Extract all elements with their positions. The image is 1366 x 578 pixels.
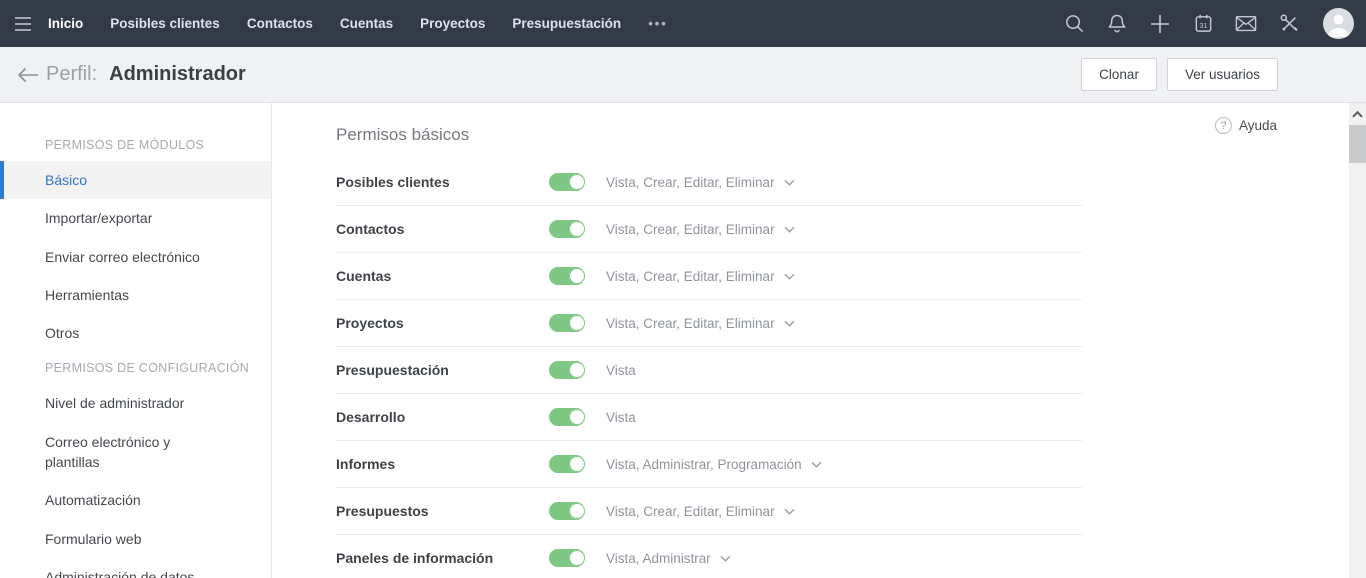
permission-text: Vista, Administrar <box>606 550 711 566</box>
permission-value: Vista <box>606 363 636 378</box>
permission-text: Vista, Crear, Editar, Eliminar <box>606 503 775 519</box>
chevron-down-icon <box>784 179 795 186</box>
permission-toggle[interactable] <box>549 314 585 332</box>
view-users-button[interactable]: Ver usuarios <box>1166 58 1278 91</box>
permission-text: Vista, Crear, Editar, Eliminar <box>606 268 775 284</box>
permission-dropdown[interactable]: Vista, Crear, Editar, Eliminar <box>606 222 795 237</box>
scroll-up-icon[interactable] <box>1349 106 1366 122</box>
permission-dropdown[interactable]: Vista, Crear, Editar, Eliminar <box>606 316 795 331</box>
scrollbar[interactable] <box>1349 103 1366 578</box>
permission-dropdown[interactable]: Vista, Crear, Editar, Eliminar <box>606 269 795 284</box>
help-icon: ? <box>1214 117 1232 134</box>
bell-icon[interactable] <box>1102 9 1132 39</box>
permission-text: Vista <box>606 362 636 378</box>
permission-label: Desarrollo <box>336 409 406 425</box>
avatar[interactable] <box>1323 8 1354 39</box>
permission-label: Presupuestación <box>336 362 449 378</box>
main-nav: Inicio Posibles clientes Contactos Cuent… <box>48 16 621 31</box>
permission-row-presupuestos: Presupuestos Vista, Crear, Editar, Elimi… <box>336 488 1082 535</box>
nav-item-inicio[interactable]: Inicio <box>48 16 83 31</box>
plus-icon[interactable] <box>1145 9 1175 39</box>
nav-item-presupuestacion[interactable]: Presupuestación <box>512 16 621 31</box>
help-label: Ayuda <box>1238 118 1277 133</box>
sidebar-item-enviar-correo[interactable]: Enviar correo electrónico <box>0 238 271 276</box>
sidebar-item-otros[interactable]: Otros <box>0 314 271 352</box>
page-label: Perfil: <box>46 63 98 85</box>
scrollbar-thumb[interactable] <box>1349 125 1366 163</box>
nav-item-cuentas[interactable]: Cuentas <box>340 16 393 31</box>
permission-label: Presupuestos <box>336 503 429 519</box>
permission-label: Proyectos <box>336 315 404 331</box>
topbar-icons: 31 <box>1059 8 1354 39</box>
search-icon[interactable] <box>1059 9 1089 39</box>
permission-row-posibles-clientes: Posibles clientes Vista, Crear, Editar, … <box>336 159 1082 206</box>
sidebar: PERMISOS DE MÓDULOS Básico Importar/expo… <box>0 103 272 578</box>
nav-item-proyectos[interactable]: Proyectos <box>420 16 485 31</box>
more-icon[interactable]: ••• <box>648 16 668 31</box>
topbar: Inicio Posibles clientes Contactos Cuent… <box>0 0 1366 47</box>
permission-label: Contactos <box>336 221 405 237</box>
chevron-down-icon <box>784 226 795 233</box>
permission-toggle[interactable] <box>549 267 585 285</box>
permission-dropdown[interactable]: Vista, Crear, Editar, Eliminar <box>606 504 795 519</box>
tools-icon[interactable] <box>1274 9 1304 39</box>
chevron-down-icon <box>784 320 795 327</box>
permission-toggle[interactable] <box>549 220 585 238</box>
permission-dropdown[interactable]: Vista, Crear, Editar, Eliminar <box>606 175 795 190</box>
sidebar-item-formulario-web[interactable]: Formulario web <box>0 520 271 558</box>
sidebar-item-importar-exportar[interactable]: Importar/exportar <box>0 199 271 237</box>
sidebar-item-automatizacion[interactable]: Automatización <box>0 481 271 519</box>
permission-toggle[interactable] <box>549 361 585 379</box>
back-icon[interactable] <box>14 61 42 89</box>
permission-row-contactos: Contactos Vista, Crear, Editar, Eliminar <box>336 206 1082 253</box>
permission-row-cuentas: Cuentas Vista, Crear, Editar, Eliminar <box>336 253 1082 300</box>
mail-icon[interactable] <box>1231 9 1261 39</box>
sidebar-item-herramientas[interactable]: Herramientas <box>0 276 271 314</box>
permission-row-presupuestacion: Presupuestación Vista <box>336 347 1082 394</box>
sidebar-section-title-configuracion: PERMISOS DE CONFIGURACIÓN <box>45 361 250 376</box>
permission-label: Paneles de información <box>336 550 494 566</box>
permission-text: Vista, Crear, Editar, Eliminar <box>606 174 775 190</box>
permission-row-paneles-informacion: Paneles de información Vista, Administra… <box>336 535 1082 578</box>
page-header: Perfil: Administrador Clonar Ver usuario… <box>0 47 1366 103</box>
permission-row-informes: Informes Vista, Administrar, Programació… <box>336 441 1082 488</box>
sidebar-section-title-modulos: PERMISOS DE MÓDULOS <box>45 138 205 152</box>
section-heading: Permisos básicos <box>336 125 470 144</box>
sidebar-item-basico[interactable]: Básico <box>0 161 271 200</box>
sidebar-item-administracion-datos[interactable]: Administración de datos <box>0 558 271 578</box>
permission-text: Vista, Administrar, Programación <box>606 456 802 472</box>
permission-text: Vista <box>606 409 636 425</box>
hamburger-menu-icon[interactable] <box>8 9 38 39</box>
permission-row-proyectos: Proyectos Vista, Crear, Editar, Eliminar <box>336 300 1082 347</box>
permission-toggle[interactable] <box>549 455 585 473</box>
chevron-down-icon <box>720 555 731 562</box>
permission-dropdown[interactable]: Vista, Administrar, Programación <box>606 457 822 472</box>
content: PERMISOS DE MÓDULOS Básico Importar/expo… <box>0 103 1366 578</box>
chevron-down-icon <box>784 508 795 515</box>
clone-button[interactable]: Clonar <box>1081 58 1157 91</box>
permission-text: Vista, Crear, Editar, Eliminar <box>606 315 775 331</box>
permission-toggle[interactable] <box>549 408 585 426</box>
calendar-icon[interactable]: 31 <box>1188 9 1218 39</box>
permission-label: Informes <box>336 456 396 472</box>
sidebar-item-correo-plantillas[interactable]: Correo electrónico y plantillas <box>0 423 271 482</box>
page-title: Administrador <box>109 63 246 85</box>
permission-toggle[interactable] <box>549 502 585 520</box>
permission-label: Cuentas <box>336 268 392 284</box>
nav-item-posibles-clientes[interactable]: Posibles clientes <box>110 16 220 31</box>
nav-item-contactos[interactable]: Contactos <box>247 16 313 31</box>
main-panel: ? Ayuda Permisos básicos Posibles client… <box>272 103 1349 578</box>
svg-text:31: 31 <box>1199 22 1207 30</box>
permission-label: Posibles clientes <box>336 174 450 190</box>
sidebar-item-nivel-administrador[interactable]: Nivel de administrador <box>0 384 271 422</box>
permission-dropdown[interactable]: Vista, Administrar <box>606 551 731 566</box>
chevron-down-icon <box>811 461 822 468</box>
chevron-down-icon <box>784 273 795 280</box>
permission-text: Vista, Crear, Editar, Eliminar <box>606 221 775 237</box>
permission-toggle[interactable] <box>549 549 585 567</box>
permission-row-desarrollo: Desarrollo Vista <box>336 394 1082 441</box>
permission-value: Vista <box>606 410 636 425</box>
permission-toggle[interactable] <box>549 173 585 191</box>
help-link[interactable]: ? Ayuda <box>1214 117 1277 134</box>
